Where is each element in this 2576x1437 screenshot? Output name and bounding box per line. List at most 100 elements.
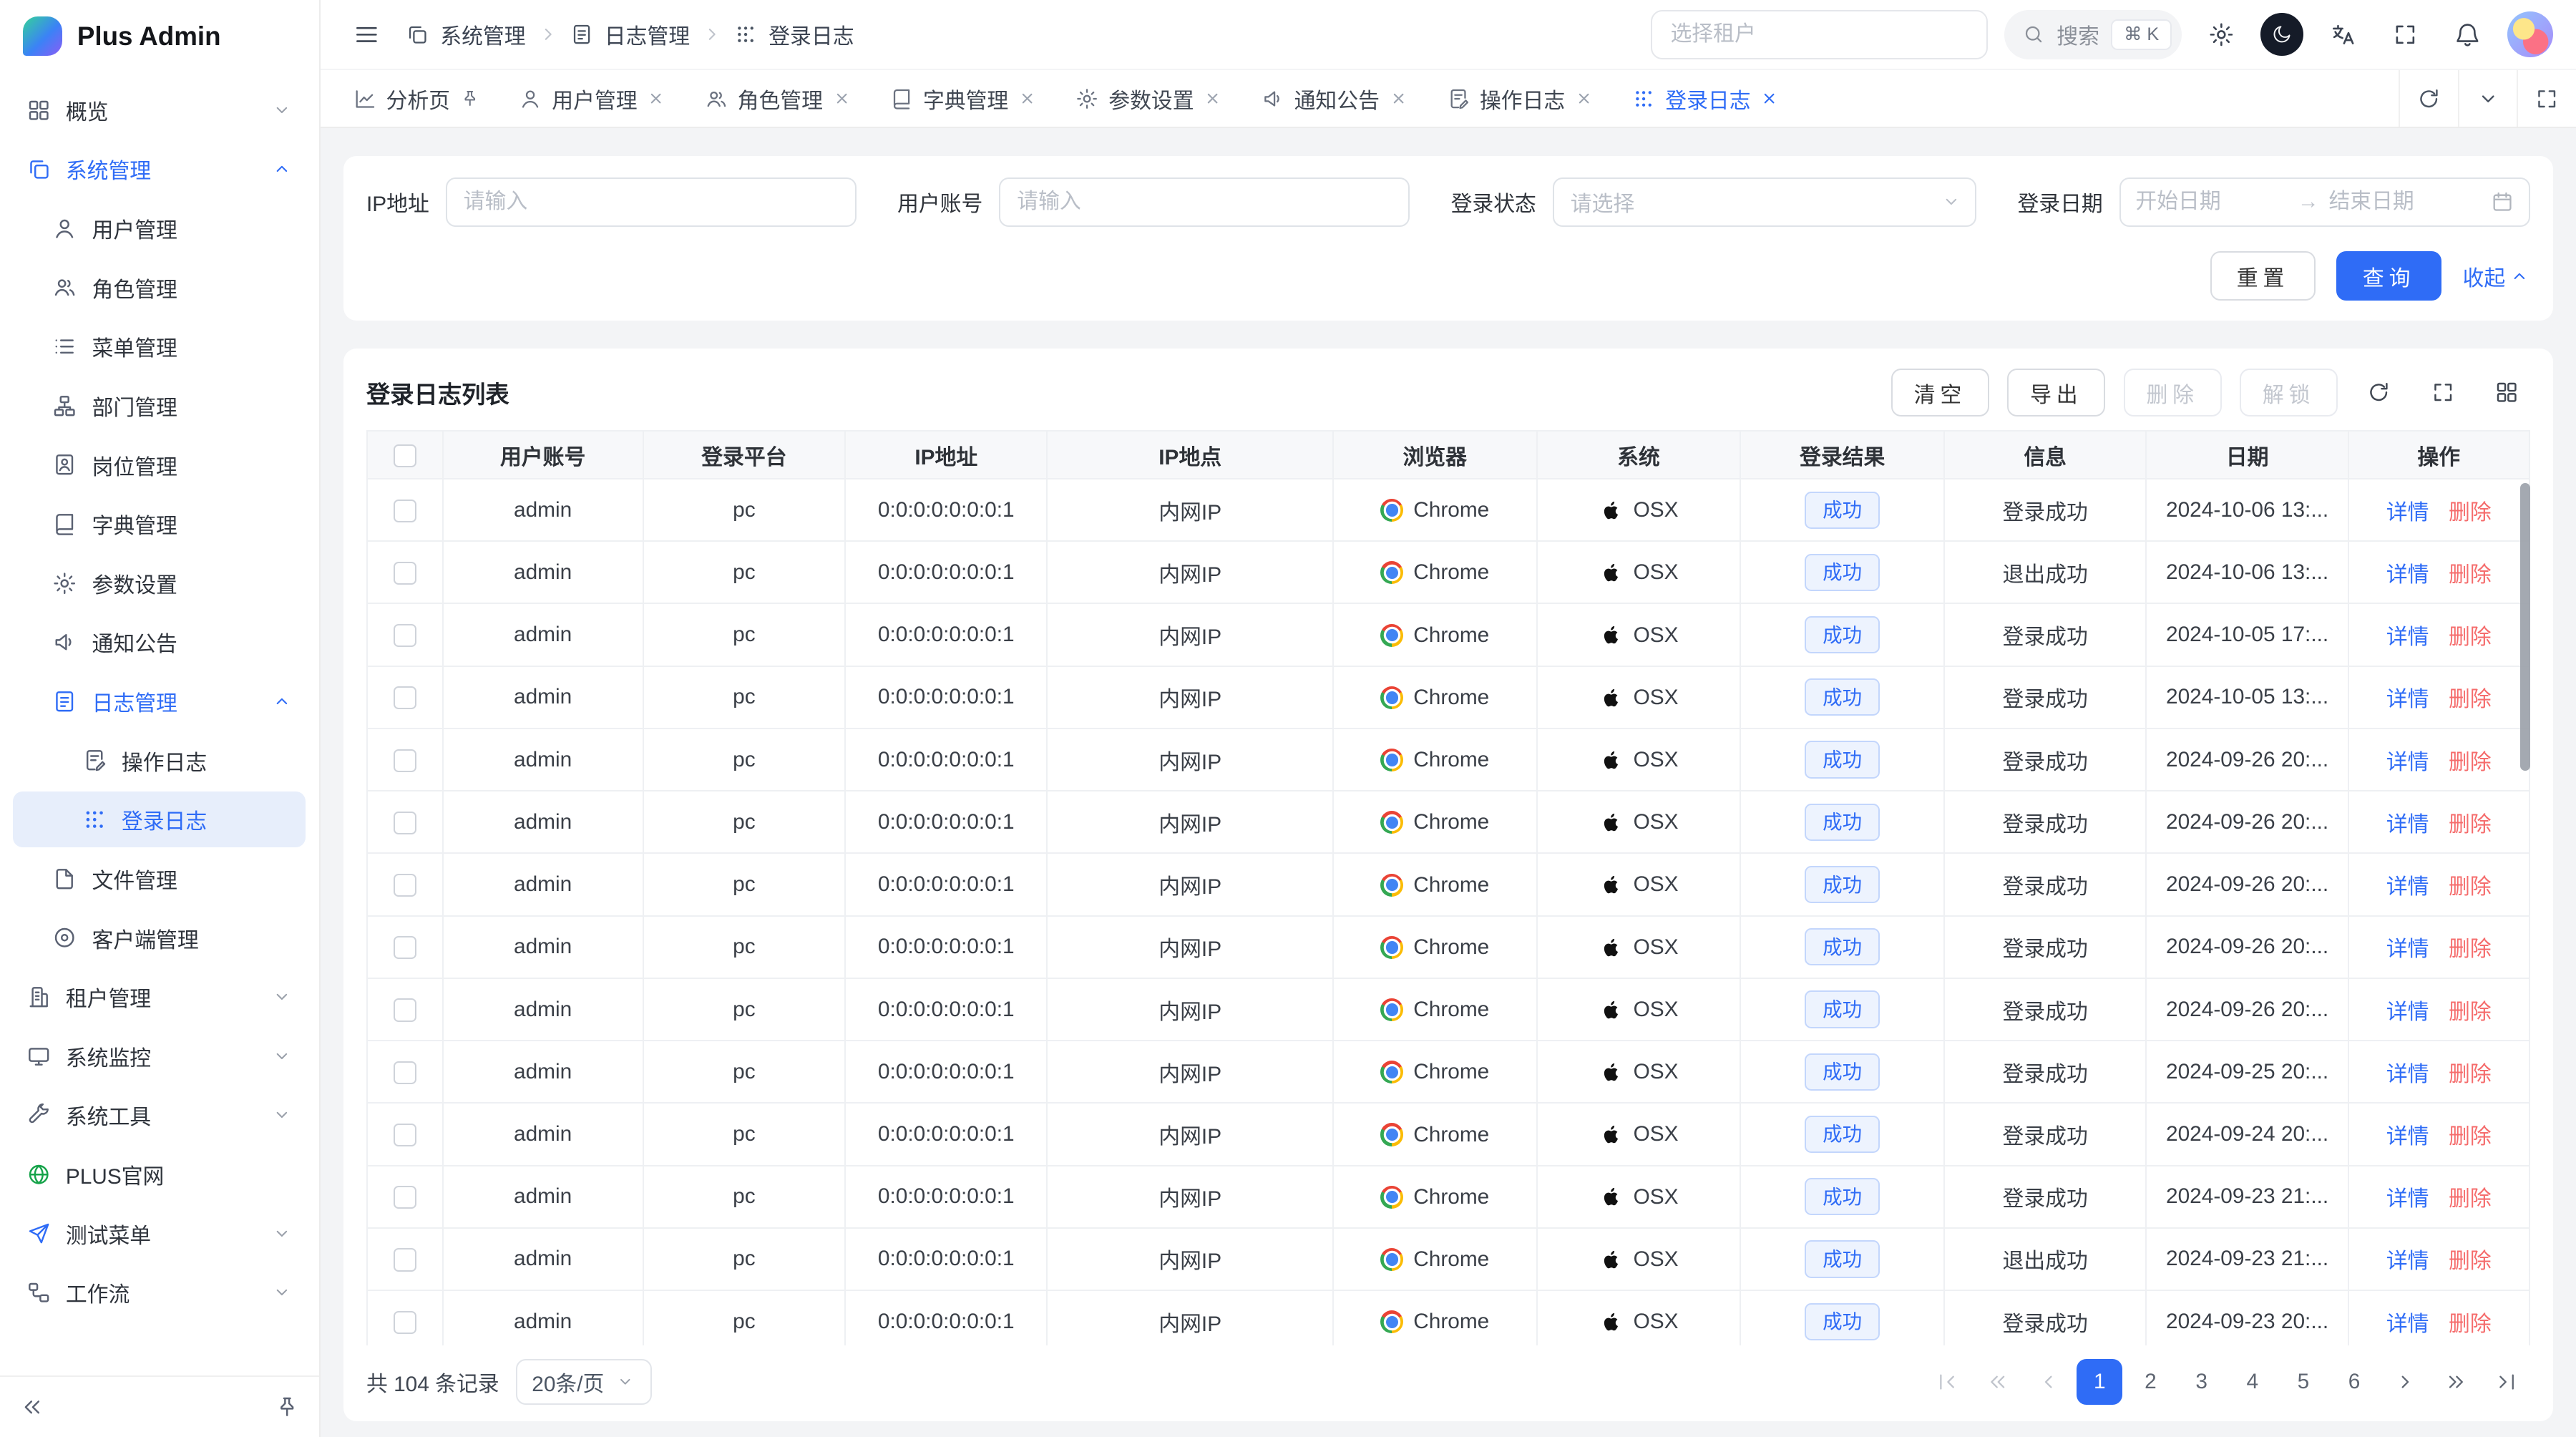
breadcrumb-item[interactable]: 登录日志 xyxy=(769,19,854,50)
login-date-range-picker[interactable] xyxy=(2119,177,2530,227)
content-fullscreen-icon[interactable] xyxy=(2517,70,2576,127)
close-icon[interactable] xyxy=(833,89,851,107)
row-checkbox[interactable] xyxy=(394,812,416,834)
delete-link[interactable]: 删除 xyxy=(2449,1250,2492,1273)
detail-link[interactable]: 详情 xyxy=(2386,1312,2429,1336)
close-icon[interactable] xyxy=(1018,89,1036,107)
detail-link[interactable]: 详情 xyxy=(2386,625,2429,649)
breadcrumb-item[interactable]: 系统管理 xyxy=(440,19,525,50)
detail-link[interactable]: 详情 xyxy=(2386,1063,2429,1086)
sidebar-item-role-management[interactable]: 角色管理 xyxy=(13,260,306,316)
tab-login-log[interactable]: 登录日志 xyxy=(1613,70,1798,127)
prev-page-button[interactable] xyxy=(2026,1359,2072,1405)
delete-link[interactable]: 删除 xyxy=(2449,563,2492,587)
sidebar-item-test-menu[interactable]: 测试菜单 xyxy=(13,1206,306,1262)
delete-link[interactable]: 删除 xyxy=(2449,875,2492,899)
row-checkbox[interactable] xyxy=(394,500,416,522)
row-checkbox[interactable] xyxy=(394,1061,416,1084)
tab-param-settings[interactable]: 参数设置 xyxy=(1056,70,1241,127)
unlock-button[interactable]: 解锁 xyxy=(2240,369,2338,417)
theme-toggle-button[interactable] xyxy=(2260,13,2303,56)
close-icon[interactable] xyxy=(647,89,665,107)
sidebar-item-system-monitor[interactable]: 系统监控 xyxy=(13,1028,306,1084)
detail-link[interactable]: 详情 xyxy=(2386,1125,2429,1149)
row-checkbox[interactable] xyxy=(394,998,416,1021)
row-checkbox[interactable] xyxy=(394,874,416,897)
export-button[interactable]: 导出 xyxy=(2007,369,2105,417)
close-icon[interactable] xyxy=(1760,89,1778,107)
sidebar-item-post-management[interactable]: 岗位管理 xyxy=(13,437,306,493)
delete-link[interactable]: 删除 xyxy=(2449,1187,2492,1211)
query-button[interactable]: 查询 xyxy=(2336,251,2441,301)
page-button-1[interactable]: 1 xyxy=(2077,1359,2122,1405)
tab-user-management[interactable]: 用户管理 xyxy=(499,70,685,127)
date-end-input[interactable] xyxy=(2328,190,2481,214)
row-checkbox[interactable] xyxy=(394,749,416,772)
hamburger-menu-icon[interactable] xyxy=(343,11,389,57)
delete-link[interactable]: 删除 xyxy=(2449,688,2492,711)
fullscreen-icon[interactable] xyxy=(2382,11,2428,57)
tab-analysis[interactable]: 分析页 xyxy=(333,70,499,127)
sidebar-item-user-management[interactable]: 用户管理 xyxy=(13,200,306,256)
sidebar-item-tenant-management[interactable]: 租户管理 xyxy=(13,969,306,1025)
table-fullscreen-icon[interactable] xyxy=(2420,370,2466,416)
detail-link[interactable]: 详情 xyxy=(2386,751,2429,774)
next-page-button[interactable] xyxy=(2382,1359,2428,1405)
sidebar-item-workflow[interactable]: 工作流 xyxy=(13,1265,306,1320)
clear-button[interactable]: 清空 xyxy=(1891,369,1989,417)
row-checkbox[interactable] xyxy=(394,562,416,585)
page-button-5[interactable]: 5 xyxy=(2280,1359,2326,1405)
row-checkbox[interactable] xyxy=(394,936,416,959)
delete-link[interactable]: 删除 xyxy=(2449,625,2492,649)
row-checkbox[interactable] xyxy=(394,1124,416,1146)
sidebar-item-log-management[interactable]: 日志管理 xyxy=(13,673,306,729)
page-button-2[interactable]: 2 xyxy=(2127,1359,2173,1405)
close-icon[interactable] xyxy=(1390,89,1407,107)
row-checkbox[interactable] xyxy=(394,1186,416,1209)
delete-link[interactable]: 删除 xyxy=(2449,501,2492,525)
page-button-6[interactable]: 6 xyxy=(2331,1359,2377,1405)
first-page-button[interactable] xyxy=(1924,1359,1970,1405)
table-scrollbar[interactable] xyxy=(2520,483,2530,771)
ip-input[interactable] xyxy=(446,177,857,227)
detail-link[interactable]: 详情 xyxy=(2386,1250,2429,1273)
prev-more-button[interactable] xyxy=(1975,1359,2021,1405)
delete-link[interactable]: 删除 xyxy=(2449,1063,2492,1086)
detail-link[interactable]: 详情 xyxy=(2386,1000,2429,1024)
sidebar-item-plus-website[interactable]: PLUS官网 xyxy=(13,1146,306,1202)
last-page-button[interactable] xyxy=(2484,1359,2529,1405)
detail-link[interactable]: 详情 xyxy=(2386,501,2429,525)
row-checkbox[interactable] xyxy=(394,624,416,647)
refresh-tab-icon[interactable] xyxy=(2399,70,2458,127)
detail-link[interactable]: 详情 xyxy=(2386,563,2429,587)
close-icon[interactable] xyxy=(1204,89,1221,107)
tab-role-management[interactable]: 角色管理 xyxy=(685,70,870,127)
login-status-select[interactable]: 请选择 xyxy=(1553,177,1976,227)
detail-link[interactable]: 详情 xyxy=(2386,688,2429,711)
notifications-bell-icon[interactable] xyxy=(2444,11,2490,57)
sidebar-item-system-tools[interactable]: 系统工具 xyxy=(13,1087,306,1143)
sidebar-item-overview[interactable]: 概览 xyxy=(13,82,306,138)
delete-link[interactable]: 删除 xyxy=(2449,1312,2492,1336)
row-checkbox[interactable] xyxy=(394,1311,416,1334)
language-icon[interactable] xyxy=(2320,11,2366,57)
row-checkbox[interactable] xyxy=(394,686,416,709)
pin-icon[interactable] xyxy=(460,89,480,109)
pin-sidebar-icon[interactable] xyxy=(275,1395,299,1419)
sidebar-item-login-log[interactable]: 登录日志 xyxy=(13,791,306,847)
delete-button[interactable]: 删除 xyxy=(2124,369,2222,417)
delete-link[interactable]: 删除 xyxy=(2449,813,2492,837)
sidebar-item-system-management[interactable]: 系统管理 xyxy=(13,141,306,197)
breadcrumb-item[interactable]: 日志管理 xyxy=(605,19,690,50)
column-settings-icon[interactable] xyxy=(2484,370,2529,416)
sidebar-item-dict-management[interactable]: 字典管理 xyxy=(13,496,306,552)
detail-link[interactable]: 详情 xyxy=(2386,1187,2429,1211)
detail-link[interactable]: 详情 xyxy=(2386,813,2429,837)
delete-link[interactable]: 删除 xyxy=(2449,751,2492,774)
tab-options-chevron-icon[interactable] xyxy=(2458,70,2517,127)
close-icon[interactable] xyxy=(1575,89,1593,107)
row-checkbox[interactable] xyxy=(394,1248,416,1271)
account-input[interactable] xyxy=(999,177,1410,227)
sidebar-item-menu-management[interactable]: 菜单管理 xyxy=(13,318,306,374)
detail-link[interactable]: 详情 xyxy=(2386,875,2429,899)
